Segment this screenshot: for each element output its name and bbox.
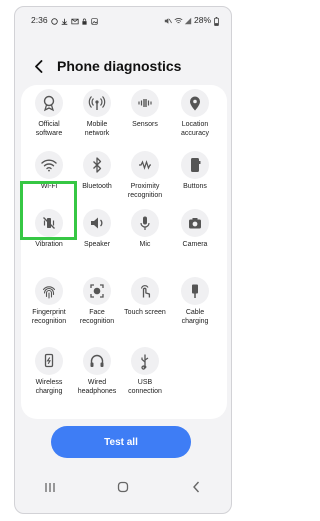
diagnostic-tile-proximity-recognition[interactable]: Proximity recognition	[119, 151, 171, 213]
back-nav-icon	[192, 481, 199, 493]
diagnostics-grid: Official software Mobile network Sensors Lo…	[21, 85, 227, 419]
wireless-charging-icon	[35, 347, 63, 375]
fingerprint-icon	[35, 277, 63, 305]
face-scan-icon	[83, 277, 111, 305]
diagnostics-card: Official software Mobile network Sensors Lo…	[21, 85, 227, 419]
badge-icon	[35, 89, 63, 117]
status-right: 28%	[164, 15, 221, 26]
location-pin-icon	[181, 89, 209, 117]
diagnostic-label: Proximity recognition	[127, 183, 163, 199]
status-time: 2:36	[31, 15, 48, 25]
proximity-icon	[131, 151, 159, 179]
sensor-wave-icon	[131, 89, 159, 117]
diagnostic-tile-camera[interactable]: Camera	[169, 209, 221, 271]
mute-icon	[164, 17, 172, 24]
microphone-icon	[131, 209, 159, 237]
diagnostic-label: Cable charging	[181, 309, 209, 325]
battery-icon	[214, 16, 221, 26]
diagnostic-tile-fingerprint-recognition[interactable]: Fingerprint recognition	[23, 277, 75, 339]
home-button[interactable]	[108, 477, 138, 497]
bluetooth-icon	[83, 151, 111, 179]
diagnostic-tile-vibration[interactable]: Vibration	[23, 209, 75, 271]
usb-icon	[131, 347, 159, 375]
page-title: Phone diagnostics	[57, 58, 182, 74]
recents-button[interactable]	[35, 477, 65, 497]
diagnostic-tile-wireless-charging[interactable]: Wireless charging	[23, 347, 75, 409]
diagnostic-label: Mic	[139, 241, 151, 248]
recents-icon	[45, 482, 55, 492]
diagnostic-label: Sensors	[132, 121, 158, 128]
vibration-off-icon	[35, 209, 63, 237]
download-icon	[61, 17, 68, 25]
diagnostic-tile-cable-charging[interactable]: Cable charging	[169, 277, 221, 339]
back-nav-button[interactable]	[181, 477, 211, 497]
diagnostic-tile-mic[interactable]: Mic	[119, 209, 171, 271]
wifi-icon	[35, 151, 63, 179]
touch-hand-icon	[131, 277, 159, 305]
page-header: Phone diagnostics	[15, 54, 231, 78]
chevron-left-icon	[34, 59, 42, 73]
headphones-icon	[83, 347, 111, 375]
test-all-button[interactable]: Test all	[51, 426, 191, 458]
battery-percentage: 28%	[193, 15, 211, 25]
whatsapp-icon	[50, 17, 58, 25]
back-button[interactable]	[31, 59, 45, 73]
status-left: 2:36	[31, 15, 98, 25]
speaker-icon	[83, 209, 111, 237]
diagnostic-tile-location-accuracy[interactable]: Location accuracy	[169, 89, 221, 151]
diagnostic-tile-mobile-network[interactable]: Mobile network	[71, 89, 123, 151]
lock-icon	[81, 17, 88, 25]
diagnostic-tile-bluetooth[interactable]: Bluetooth	[71, 151, 123, 213]
cable-plug-icon	[181, 277, 209, 305]
gallery-icon	[90, 17, 98, 25]
diagnostic-tile-speaker[interactable]: Speaker	[71, 209, 123, 271]
camera-icon	[181, 209, 209, 237]
home-icon	[117, 481, 129, 493]
diagnostic-tile-wifi[interactable]: Wi-Fi	[23, 151, 75, 213]
diagnostic-label: Camera	[182, 241, 208, 248]
diagnostic-label: USB connection	[128, 379, 162, 395]
wifi-status-icon	[174, 17, 183, 24]
diagnostic-tile-sensors[interactable]: Sensors	[119, 89, 171, 151]
side-buttons-icon	[181, 151, 209, 179]
diagnostic-label: Location accuracy	[180, 121, 209, 137]
diagnostic-tile-buttons[interactable]: Buttons	[169, 151, 221, 213]
diagnostic-label: Touch screen	[124, 309, 166, 316]
diagnostic-tile-usb-connection[interactable]: USB connection	[119, 347, 171, 409]
diagnostic-tile-touch-screen[interactable]: Touch screen	[119, 277, 171, 339]
navigation-bar	[14, 474, 232, 500]
antenna-icon	[83, 89, 111, 117]
diagnostic-label: Buttons	[183, 183, 207, 190]
status-bar: 2:36 28%	[15, 7, 231, 33]
gmail-icon	[70, 17, 79, 24]
diagnostic-tile-official-software[interactable]: Official software	[23, 89, 75, 151]
diagnostic-tile-face-recognition[interactable]: Face recognition	[71, 277, 123, 339]
signal-icon	[184, 17, 192, 24]
diagnostic-tile-wired-headphones[interactable]: Wired headphones	[71, 347, 123, 409]
